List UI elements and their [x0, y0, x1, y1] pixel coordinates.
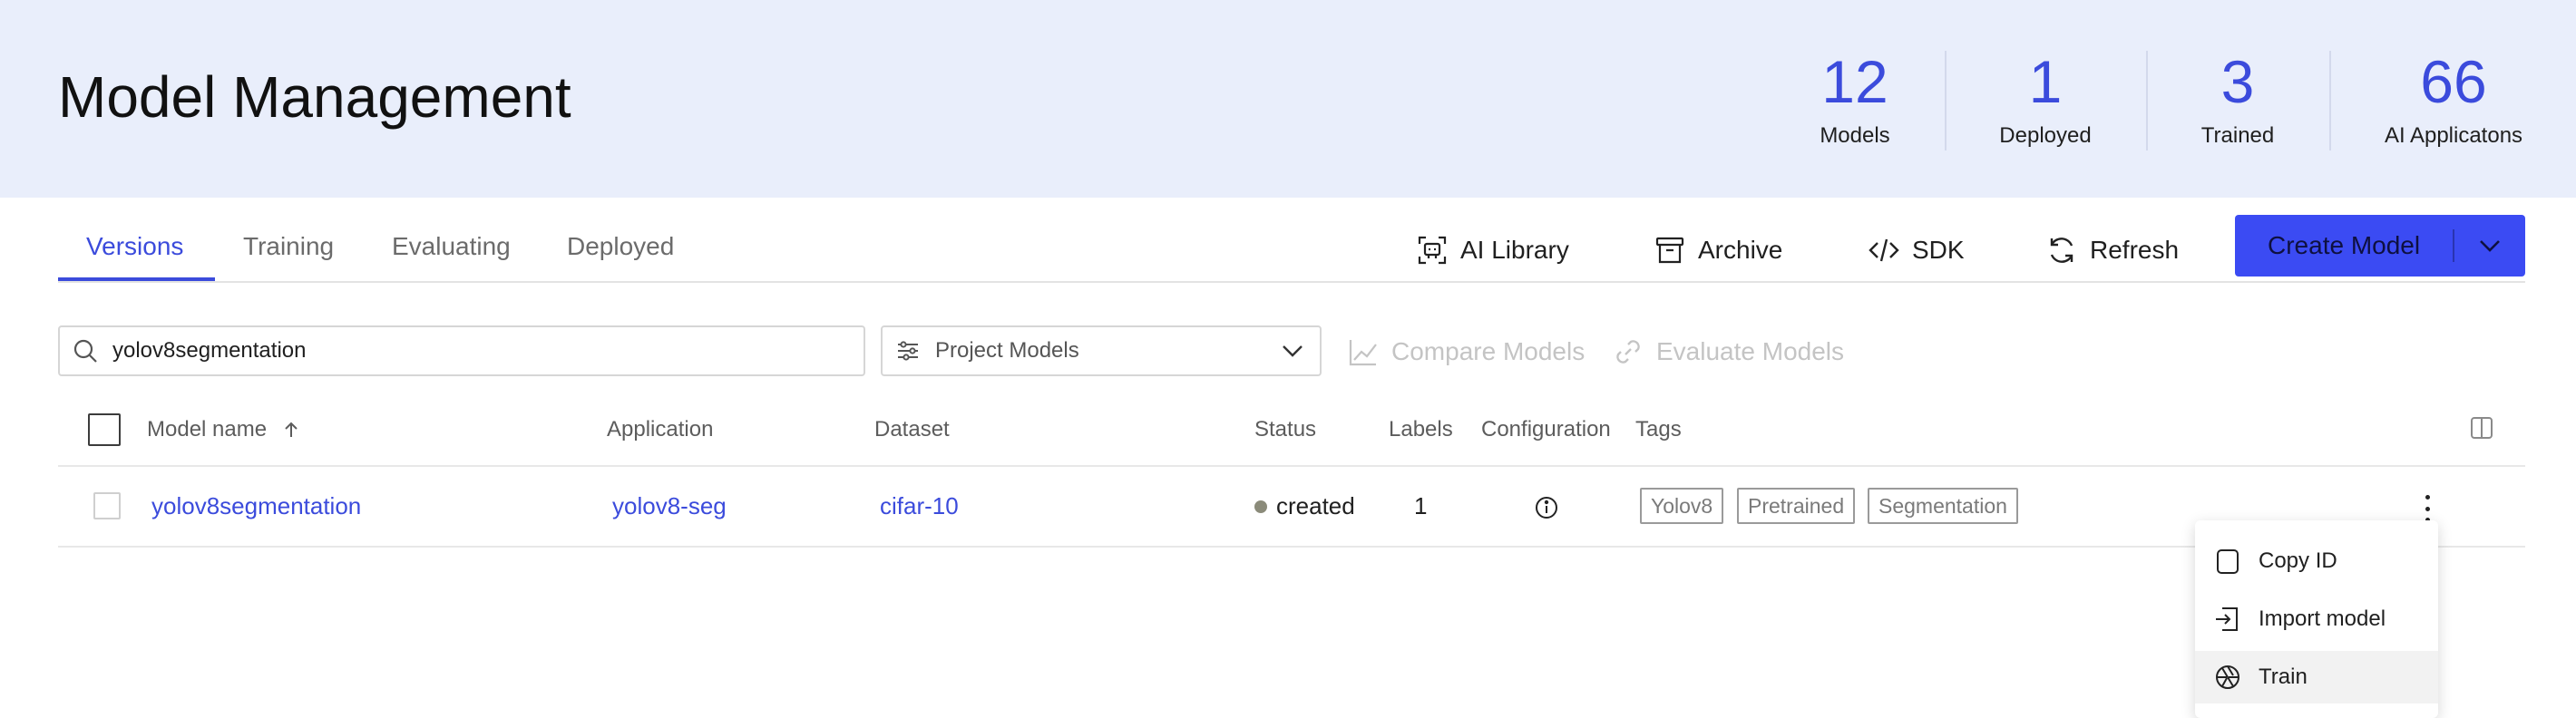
tag-chip: Pretrained [1737, 488, 1856, 524]
column-header-application: Application [607, 417, 714, 441]
stat-deployed: 1 Deployed [1950, 45, 2141, 149]
stat-divider [1945, 51, 1947, 150]
stat-models: 12 Models [1760, 45, 1950, 149]
chevron-down-icon [1283, 345, 1303, 357]
column-header-tags: Tags [1635, 417, 1682, 441]
stat-trained-value: 3 [2220, 48, 2255, 115]
row-actions-kebab-icon[interactable] [2418, 495, 2436, 522]
tabs-divider [58, 281, 2525, 283]
search-icon [73, 339, 97, 363]
model-name-link[interactable]: yolov8segmentation [151, 492, 361, 520]
compare-models-label: Compare Models [1391, 337, 1586, 365]
column-header-status: Status [1254, 417, 1317, 441]
menu-item-import-model[interactable]: Import model [2195, 593, 2438, 645]
menu-item-label: Copy ID [2259, 548, 2337, 573]
search-field[interactable] [58, 325, 865, 376]
column-header-configuration: Configuration [1481, 417, 1611, 441]
stat-trained-label: Trained [2200, 123, 2275, 148]
stat-deployed-label: Deployed [1999, 123, 2092, 148]
tab-evaluating[interactable]: Evaluating [392, 232, 511, 261]
ai-library-button[interactable]: AI Library [1417, 230, 1569, 270]
menu-item-train[interactable]: Train [2195, 651, 2438, 703]
refresh-icon [2050, 238, 2073, 263]
stat-trained: 3 Trained [2142, 45, 2333, 149]
archive-label: Archive [1698, 236, 1783, 264]
project-models-select[interactable]: Project Models [881, 325, 1322, 376]
menu-item-label: Train [2259, 665, 2308, 689]
status-badge: created [1254, 492, 1355, 520]
stat-models-value: 12 [1821, 48, 1888, 115]
table-header-divider [58, 465, 2525, 467]
line-chart-icon [1349, 340, 1377, 366]
page-title: Model Management [58, 64, 571, 130]
import-icon [2216, 607, 2238, 631]
search-input[interactable] [112, 338, 820, 364]
labels-count: 1 [1414, 492, 1428, 519]
aperture-icon [2216, 665, 2239, 689]
evaluate-models-label: Evaluate Models [1656, 337, 1845, 365]
header-banner: Model Management 12 Models 1 Deployed 3 … [0, 0, 2576, 198]
sliders-icon [898, 341, 918, 361]
tab-training[interactable]: Training [243, 232, 334, 261]
create-model-dropdown[interactable] [2454, 238, 2525, 253]
dataset-link[interactable]: cifar-10 [880, 492, 959, 520]
compare-models-button[interactable]: Compare Models [1348, 332, 1585, 372]
link-icon [1616, 340, 1640, 364]
menu-item-label: Import model [2259, 606, 2386, 631]
tab-deployed[interactable]: Deployed [567, 232, 674, 261]
menu-item-copy-id[interactable]: Copy ID [2195, 535, 2438, 587]
column-header-model-name[interactable]: Model name [147, 417, 301, 442]
refresh-label: Refresh [2090, 236, 2180, 264]
column-settings-icon[interactable] [2469, 415, 2494, 441]
row-checkbox[interactable] [93, 492, 121, 519]
tab-versions[interactable]: Versions [86, 232, 183, 261]
column-header-label: Model name [147, 417, 268, 441]
column-header-dataset: Dataset [874, 417, 950, 441]
column-header-labels: Labels [1389, 417, 1453, 441]
select-all-checkbox[interactable] [88, 413, 121, 446]
create-model-separator [2453, 229, 2454, 262]
status-dot [1254, 500, 1267, 513]
evaluate-models-button[interactable]: Evaluate Models [1613, 332, 1844, 372]
chevron-down-icon [2480, 240, 2500, 252]
table-row-divider [58, 546, 2525, 548]
sdk-label: SDK [1912, 236, 1965, 264]
row-actions-menu: Copy ID Import model Train [2195, 520, 2438, 718]
stat-ai-applications: 66 AI Applicatons [2358, 45, 2549, 149]
application-link[interactable]: yolov8-seg [612, 492, 727, 520]
tag-chip: Segmentation [1868, 488, 2018, 524]
stat-deployed-value: 1 [2028, 48, 2063, 115]
code-icon [1869, 238, 1899, 262]
clipboard-icon [2217, 549, 2239, 574]
create-model-label: Create Model [2268, 231, 2421, 259]
project-models-value: Project Models [935, 338, 1079, 363]
tag-chip: Yolov8 [1640, 488, 1724, 524]
status-text: created [1276, 492, 1355, 519]
refresh-button[interactable]: Refresh [2046, 230, 2179, 270]
sort-ascending-icon [285, 422, 298, 437]
stat-models-label: Models [1820, 123, 1890, 148]
ai-library-icon [1418, 236, 1447, 265]
create-model-button[interactable]: Create Model [2235, 215, 2525, 277]
stat-divider [2329, 51, 2331, 150]
ai-library-label: AI Library [1460, 236, 1569, 264]
info-icon[interactable] [1534, 495, 1559, 520]
stat-ai-applications-value: 66 [2420, 48, 2487, 115]
archive-icon [1655, 237, 1684, 264]
stat-ai-applications-label: AI Applicatons [2384, 123, 2523, 148]
sdk-button[interactable]: SDK [1869, 230, 1965, 270]
archive-button[interactable]: Archive [1654, 230, 1782, 270]
